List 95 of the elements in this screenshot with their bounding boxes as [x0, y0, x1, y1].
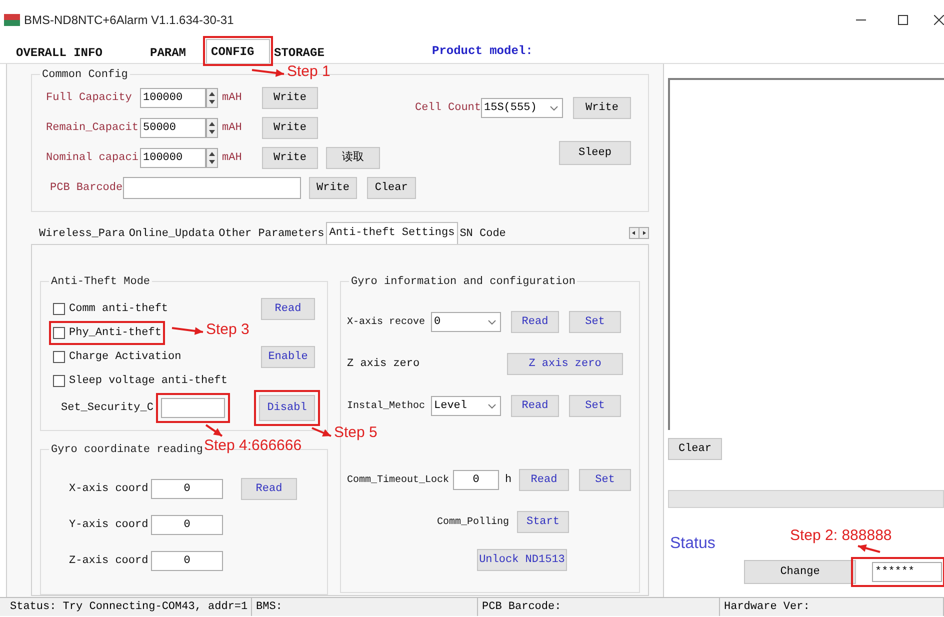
field-label: Z axis zero: [347, 356, 421, 372]
window-title: BMS-ND8NTC+6Alarm V1.1.634-30-31: [24, 12, 234, 29]
spinner-icon[interactable]: [206, 118, 218, 138]
field-label: PCB Barcode: [49, 180, 123, 196]
field-label: Set_Security_C: [61, 400, 154, 416]
write-button[interactable]: Write: [262, 147, 318, 169]
status-label: Status: [670, 534, 716, 554]
number-field[interactable]: 50000: [140, 118, 206, 138]
change-button[interactable]: Change: [744, 560, 856, 584]
tab[interactable]: CONFIG: [206, 39, 270, 63]
sub-tab[interactable]: Wireless_Para: [37, 224, 127, 244]
product-model-label: Product model:: [432, 43, 533, 60]
field-label: Instal_Methoc: [347, 400, 426, 414]
field-label: Comm_Timeout_Lock: [347, 474, 450, 488]
maximize-icon: [898, 15, 908, 25]
number-field[interactable]: 100000: [140, 88, 206, 108]
number-field[interactable]: 100000: [140, 148, 206, 168]
field-label: mAH: [222, 90, 243, 106]
enable-button[interactable]: Enable: [261, 346, 315, 368]
barcode-field[interactable]: [122, 177, 302, 199]
field-label: Cell Count: [414, 100, 481, 116]
unlock-button[interactable]: Unlock ND1513: [477, 549, 567, 571]
read-button[interactable]: Read: [519, 469, 569, 491]
checkbox-label[interactable]: Sleep voltage anti-theft: [69, 372, 228, 390]
read-button[interactable]: Read: [261, 298, 315, 320]
field-label: X-axis recove: [347, 316, 426, 330]
read-button[interactable]: Read: [511, 311, 559, 333]
sub-tab[interactable]: Online_Updata: [126, 224, 217, 244]
sub-tab[interactable]: Anti-theft Settings: [326, 222, 458, 244]
write-button[interactable]: Write: [573, 97, 631, 119]
chevron-down-icon: [488, 404, 496, 408]
sub-tab[interactable]: SN Code: [458, 224, 508, 244]
number-field[interactable]: 0: [151, 550, 223, 571]
status-bar-field: Status: Try Connecting-COM43, addr=1: [0, 598, 252, 616]
set-button[interactable]: Set: [569, 311, 621, 333]
field-label: Z-axis coord: [69, 554, 150, 569]
clear-button[interactable]: Clear: [366, 177, 416, 199]
field-label: Remain_Capacit: [46, 120, 140, 136]
chevron-down-icon: [550, 106, 558, 110]
start-button[interactable]: Start: [517, 511, 569, 533]
read-button[interactable]: 读取: [326, 147, 380, 169]
number-field[interactable]: 0: [151, 514, 223, 535]
checkbox-label[interactable]: Phy_Anti-theft: [69, 324, 162, 342]
sleep-button[interactable]: Sleep: [559, 141, 631, 165]
scroll-arrows-icon[interactable]: [629, 227, 649, 239]
sub-tab[interactable]: Other Parameters: [216, 224, 326, 244]
security-code-field[interactable]: [161, 398, 225, 418]
tab[interactable]: STORAGE: [270, 43, 350, 63]
set-button[interactable]: Set: [569, 395, 621, 417]
z-axis-zero-button[interactable]: Z axis zero: [507, 353, 623, 375]
field-label: Nominal capaci: [46, 150, 140, 166]
highlight-box: [254, 390, 320, 426]
spinner-icon[interactable]: [206, 88, 218, 108]
checkbox-label[interactable]: Charge Activation: [69, 348, 182, 366]
checkbox-box[interactable]: [53, 375, 65, 387]
read-button[interactable]: Read: [241, 478, 297, 500]
status-bar-field: Hardware Ver:: [720, 598, 944, 616]
highlight-box: [203, 36, 273, 66]
step-label: Step 1: [287, 64, 330, 79]
set-button[interactable]: Set: [579, 469, 631, 491]
number-field[interactable]: 0: [453, 470, 499, 490]
field-label: h: [505, 472, 513, 488]
close-icon: [934, 15, 944, 25]
checkbox-box[interactable]: [53, 351, 65, 363]
password-field[interactable]: ******: [872, 562, 942, 582]
write-button[interactable]: Write: [262, 117, 318, 139]
field-label: X-axis coord: [69, 482, 150, 497]
spinner-icon[interactable]: [206, 148, 218, 168]
number-field[interactable]: 0: [151, 478, 223, 499]
checkbox-box[interactable]: [53, 327, 65, 339]
tab[interactable]: PARAM: [146, 43, 206, 63]
field-label: Y-axis coord: [69, 518, 150, 533]
status-bar-field: BMS:: [252, 598, 478, 616]
step-label: Step 4:666666: [204, 438, 302, 453]
checkbox-label[interactable]: Comm anti-theft: [69, 300, 168, 318]
clear-button[interactable]: Clear: [668, 438, 722, 460]
field-label: Comm_Polling: [437, 516, 510, 530]
chevron-down-icon: [488, 320, 496, 324]
field-label: mAH: [222, 120, 243, 136]
checkbox-box[interactable]: [53, 303, 65, 315]
write-button[interactable]: Write: [262, 87, 318, 109]
app-icon: [4, 14, 20, 26]
dropdown[interactable]: 15S(555): [481, 98, 563, 118]
step-label: Step 5: [334, 425, 378, 440]
disable-button[interactable]: Disabl: [259, 395, 315, 421]
status-bar-field: PCB Barcode:: [478, 598, 720, 616]
step-label: Step 3: [206, 322, 250, 337]
dropdown[interactable]: 0: [431, 312, 501, 332]
read-button[interactable]: Read: [511, 395, 559, 417]
step-label: Step 2: 888888: [790, 528, 892, 543]
field-label: mAH: [222, 150, 243, 166]
tab[interactable]: OVERALL INFO: [12, 43, 146, 63]
write-button[interactable]: Write: [309, 177, 357, 199]
field-label: Full Capacity: [46, 90, 133, 106]
dropdown[interactable]: Level: [431, 396, 501, 416]
